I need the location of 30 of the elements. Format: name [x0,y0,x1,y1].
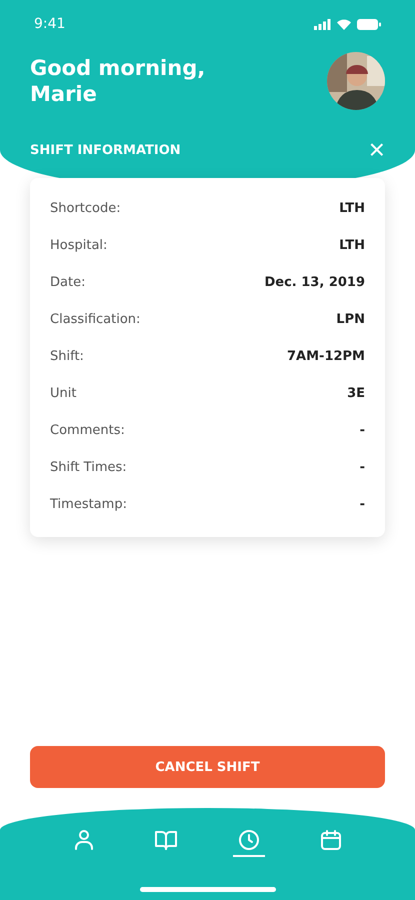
battery-icon [357,18,381,30]
nav-tab[interactable] [232,828,265,857]
detail-label: Classification: [50,312,140,327]
detail-label: Date: [50,275,86,290]
detail-value: - [360,497,365,512]
signal-icon [314,18,331,30]
greeting-title: Good morning, Marie [30,54,206,108]
detail-value: LPN [336,312,365,327]
detail-value: - [360,423,365,438]
clock-icon [236,828,261,852]
detail-label: Unit [50,386,76,401]
detail-value: 3E [347,386,365,401]
detail-value: LTH [339,238,365,253]
detail-label: Shortcode: [50,201,121,216]
book-icon [154,828,178,852]
wifi-icon [336,18,352,30]
detail-value: Dec. 13, 2019 [264,275,365,290]
cancel-shift-button[interactable]: CANCEL SHIFT [30,746,385,788]
detail-label: Comments: [50,423,125,438]
detail-value: - [360,460,365,475]
detail-value: LTH [339,201,365,216]
status-time: 9:41 [34,16,66,32]
detail-label: Shift Times: [50,460,127,475]
detail-label: Timestamp: [50,497,127,512]
detail-label: Shift: [50,349,84,364]
section-title: SHIFT INFORMATION [30,142,181,158]
detail-value: 7AM-12PM [287,349,365,364]
calendar-icon [319,828,344,852]
close-button[interactable]: × [368,136,385,164]
detail-label: Hospital: [50,238,108,253]
